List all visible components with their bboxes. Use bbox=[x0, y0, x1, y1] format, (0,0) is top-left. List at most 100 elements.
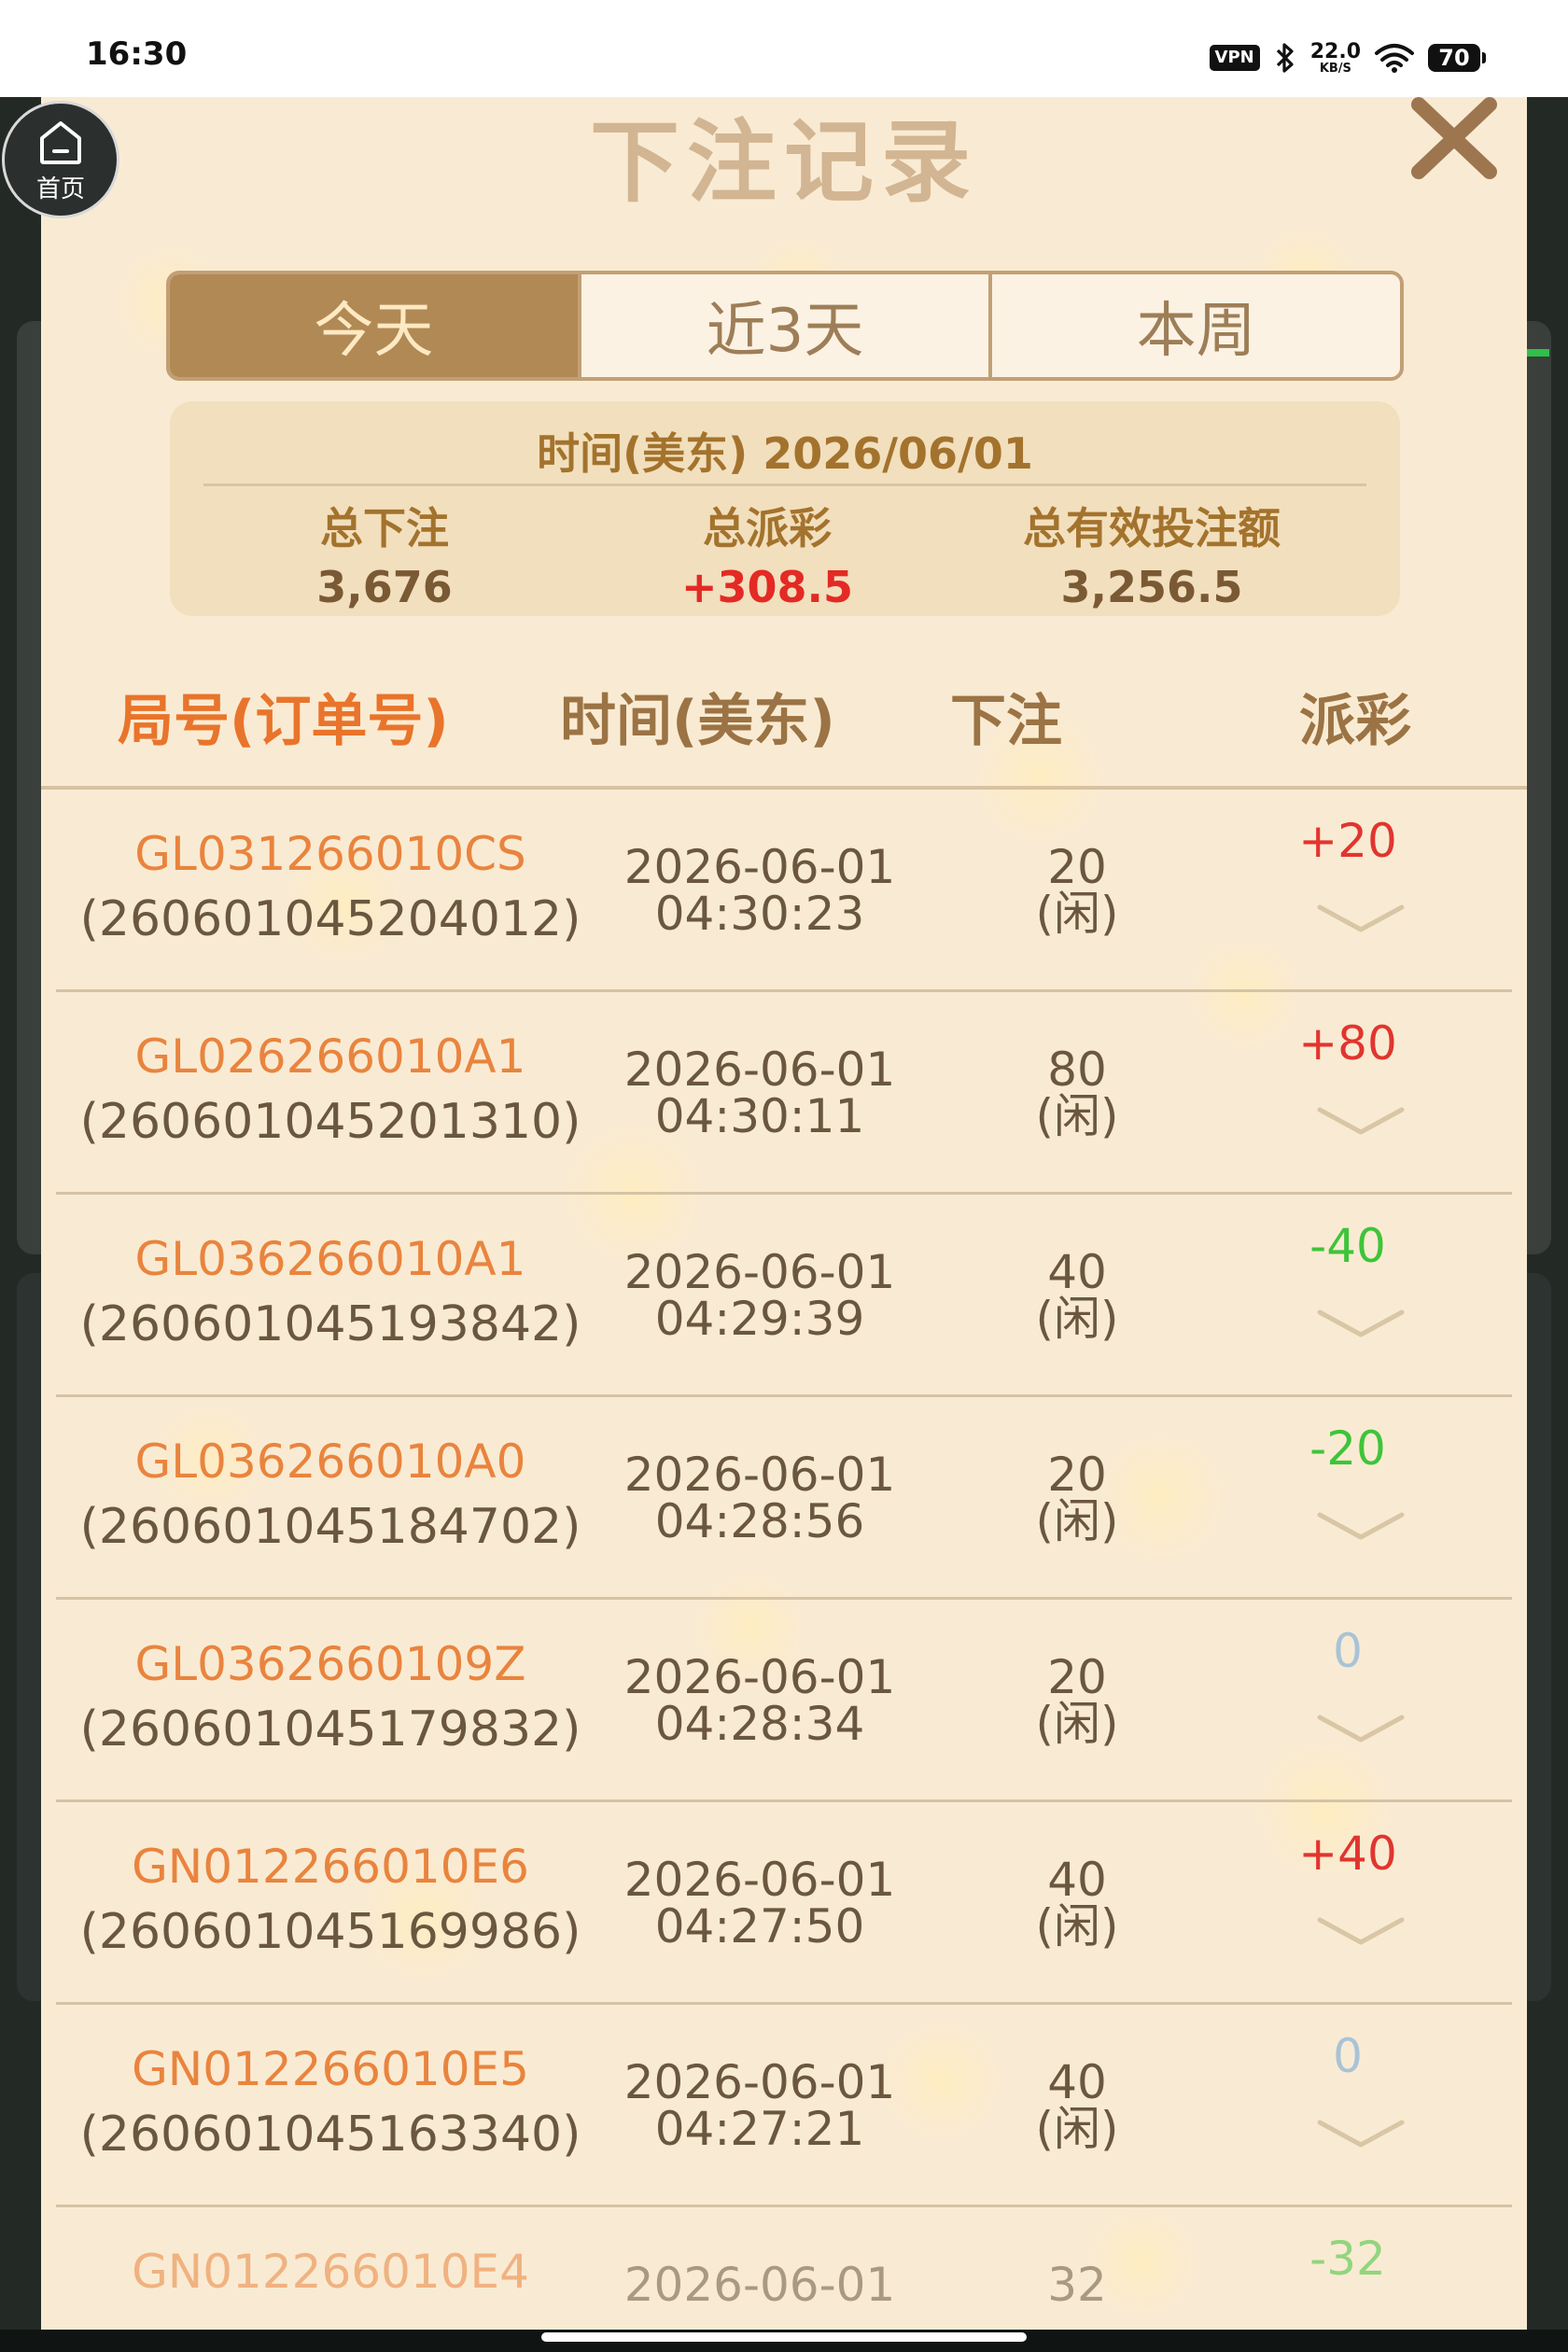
round-code: GL026266010A1 bbox=[134, 1029, 526, 1084]
status-icons: VPN 22.0 KB/S 70 bbox=[1209, 39, 1486, 77]
order-number: (260601045201310) bbox=[79, 1094, 581, 1150]
tab-this-week[interactable]: 本周 bbox=[988, 274, 1400, 377]
time-cell: 2026-06-01 04:28:56 bbox=[564, 1451, 956, 1545]
bet-amount: 40 bbox=[1047, 2055, 1107, 2109]
bet-cell: 40 (闲) bbox=[937, 1856, 1217, 1950]
table-row[interactable]: GN012266010E6 (260601045169986) 2026-06-… bbox=[41, 1802, 1527, 2005]
total-payout-value: +308.5 bbox=[680, 562, 854, 612]
bet-date: 2026-06-01 bbox=[623, 2258, 896, 2312]
order-number: (260601045193842) bbox=[79, 1296, 581, 1352]
order-number: (260601045179832) bbox=[79, 1701, 581, 1757]
payout-value: 0 bbox=[1333, 2029, 1363, 2083]
bet-side: (闲) bbox=[1035, 1292, 1119, 1346]
bet-date: 2026-06-01 bbox=[623, 1853, 896, 1907]
bet-amount: 40 bbox=[1047, 1245, 1107, 1299]
bet-record-modal: 下注记录 今天 近3天 本周 时间(美东) 2026/06/01 总下注 3,6… bbox=[41, 97, 1527, 2346]
chevron-down-icon[interactable] bbox=[1316, 1912, 1406, 1950]
round-id-cell: GL036266010A1 (260601045193842) bbox=[78, 1234, 582, 1351]
chevron-down-icon[interactable] bbox=[1316, 2115, 1406, 2152]
home-button[interactable]: 首页 bbox=[2, 101, 119, 218]
bet-amount: 20 bbox=[1047, 1448, 1107, 1502]
header-round-id: 局号(订单号) bbox=[118, 689, 449, 754]
table-row[interactable]: GN012266010E4 2026-06-01 32 -32 bbox=[41, 2207, 1527, 2346]
bet-amount: 32 bbox=[1047, 2258, 1107, 2312]
summary-card: 时间(美东) 2026/06/01 总下注 3,676 总派彩 +308.5 总… bbox=[170, 401, 1400, 616]
bluetooth-icon bbox=[1276, 43, 1294, 73]
round-id-cell: GL0362660109Z (260601045179832) bbox=[78, 1639, 582, 1757]
bet-side: (闲) bbox=[1035, 1899, 1119, 1953]
payout-value: +80 bbox=[1298, 1016, 1397, 1071]
close-icon[interactable] bbox=[1400, 97, 1512, 194]
order-number: (260601045184702) bbox=[79, 1499, 581, 1555]
speed-value: 22.0 bbox=[1309, 39, 1361, 63]
bet-time: 04:29:39 bbox=[654, 1292, 865, 1346]
payout-value: 0 bbox=[1333, 1624, 1363, 1678]
bet-amount: 20 bbox=[1047, 840, 1107, 894]
status-time: 16:30 bbox=[86, 35, 188, 73]
chevron-down-icon[interactable] bbox=[1316, 1102, 1406, 1140]
home-label: 首页 bbox=[35, 175, 85, 203]
bet-side: (闲) bbox=[1035, 1494, 1119, 1548]
table-row[interactable]: GL036266010A0 (260601045184702) 2026-06-… bbox=[41, 1397, 1527, 1600]
date-range-tabs: 今天 近3天 本周 bbox=[166, 271, 1404, 381]
round-id-cell: GN012266010E5 (260601045163340) bbox=[78, 2044, 582, 2162]
tab-last-3-days[interactable]: 近3天 bbox=[577, 274, 989, 377]
chevron-down-icon[interactable] bbox=[1316, 1305, 1406, 1342]
order-number: (260601045169986) bbox=[79, 1904, 581, 1960]
wifi-icon bbox=[1375, 44, 1414, 73]
bet-date: 2026-06-01 bbox=[623, 1448, 896, 1502]
bet-side: (闲) bbox=[1035, 2102, 1119, 2156]
round-id-cell: GN012266010E4 bbox=[78, 2247, 582, 2311]
header-time: 时间(美东) bbox=[560, 689, 835, 754]
home-icon bbox=[40, 120, 81, 164]
bet-side: (闲) bbox=[1035, 1697, 1119, 1751]
round-code: GL036266010A1 bbox=[134, 1232, 526, 1286]
bet-time: 04:28:34 bbox=[654, 1697, 865, 1751]
bet-date: 2026-06-01 bbox=[623, 1245, 896, 1299]
stat-total-valid: 总有效投注额 3,256.5 bbox=[965, 495, 1338, 612]
bet-cell: 20 (闲) bbox=[937, 1451, 1217, 1545]
table-row[interactable]: GL026266010A1 (260601045201310) 2026-06-… bbox=[41, 992, 1527, 1195]
time-cell: 2026-06-01 04:30:23 bbox=[564, 844, 956, 937]
round-code: GL036266010A0 bbox=[134, 1435, 526, 1489]
bet-date: 2026-06-01 bbox=[623, 1043, 896, 1097]
time-cell: 2026-06-01 04:29:39 bbox=[564, 1249, 956, 1342]
chevron-down-icon[interactable] bbox=[1316, 1710, 1406, 1747]
total-bet-value: 3,676 bbox=[316, 562, 453, 612]
time-cell: 2026-06-01 04:27:21 bbox=[564, 2059, 956, 2152]
payout-value: -20 bbox=[1309, 1421, 1386, 1476]
home-indicator[interactable] bbox=[541, 2332, 1027, 2342]
bet-record-list: GL031266010CS (260601045204012) 2026-06-… bbox=[41, 790, 1527, 2346]
bet-cell: 20 (闲) bbox=[937, 1654, 1217, 1747]
chevron-down-icon[interactable] bbox=[1316, 1507, 1406, 1545]
bet-side: (闲) bbox=[1035, 887, 1119, 941]
tab-today[interactable]: 今天 bbox=[170, 274, 578, 377]
bet-amount: 20 bbox=[1047, 1650, 1107, 1704]
payout-value: -40 bbox=[1309, 1219, 1386, 1273]
bet-amount: 80 bbox=[1047, 1043, 1107, 1097]
screen: 16:30 VPN 22.0 KB/S 70 首页 下注记录 今天 近3天 本周… bbox=[0, 0, 1568, 2352]
chevron-down-icon[interactable] bbox=[1316, 900, 1406, 937]
header-payout: 派彩 bbox=[1299, 689, 1411, 754]
bet-cell: 20 (闲) bbox=[937, 844, 1217, 937]
bet-amount: 40 bbox=[1047, 1853, 1107, 1907]
bet-cell: 40 (闲) bbox=[937, 1249, 1217, 1342]
table-row[interactable]: GN012266010E5 (260601045163340) 2026-06-… bbox=[41, 2005, 1527, 2207]
summary-divider bbox=[203, 483, 1366, 486]
total-valid-label: 总有效投注额 bbox=[1023, 503, 1281, 553]
time-cell: 2026-06-01 bbox=[564, 2261, 956, 2308]
round-code: GN012266010E6 bbox=[132, 1840, 529, 1894]
table-row[interactable]: GL036266010A1 (260601045193842) 2026-06-… bbox=[41, 1195, 1527, 1397]
round-code: GL0362660109Z bbox=[134, 1637, 526, 1691]
network-speed: 22.0 KB/S bbox=[1309, 39, 1361, 75]
stat-total-payout: 总派彩 +308.5 bbox=[581, 495, 954, 612]
round-code: GN012266010E5 bbox=[132, 2042, 529, 2096]
total-bet-label: 总下注 bbox=[320, 503, 449, 553]
bet-cell: 32 bbox=[937, 2261, 1217, 2308]
round-id-cell: GL026266010A1 (260601045201310) bbox=[78, 1031, 582, 1149]
table-row[interactable]: GL0362660109Z (260601045179832) 2026-06-… bbox=[41, 1600, 1527, 1802]
bet-time: 04:30:23 bbox=[654, 887, 865, 941]
table-row[interactable]: GL031266010CS (260601045204012) 2026-06-… bbox=[41, 790, 1527, 992]
total-payout-label: 总派彩 bbox=[703, 503, 832, 553]
status-bar: 16:30 VPN 22.0 KB/S 70 bbox=[0, 0, 1568, 97]
